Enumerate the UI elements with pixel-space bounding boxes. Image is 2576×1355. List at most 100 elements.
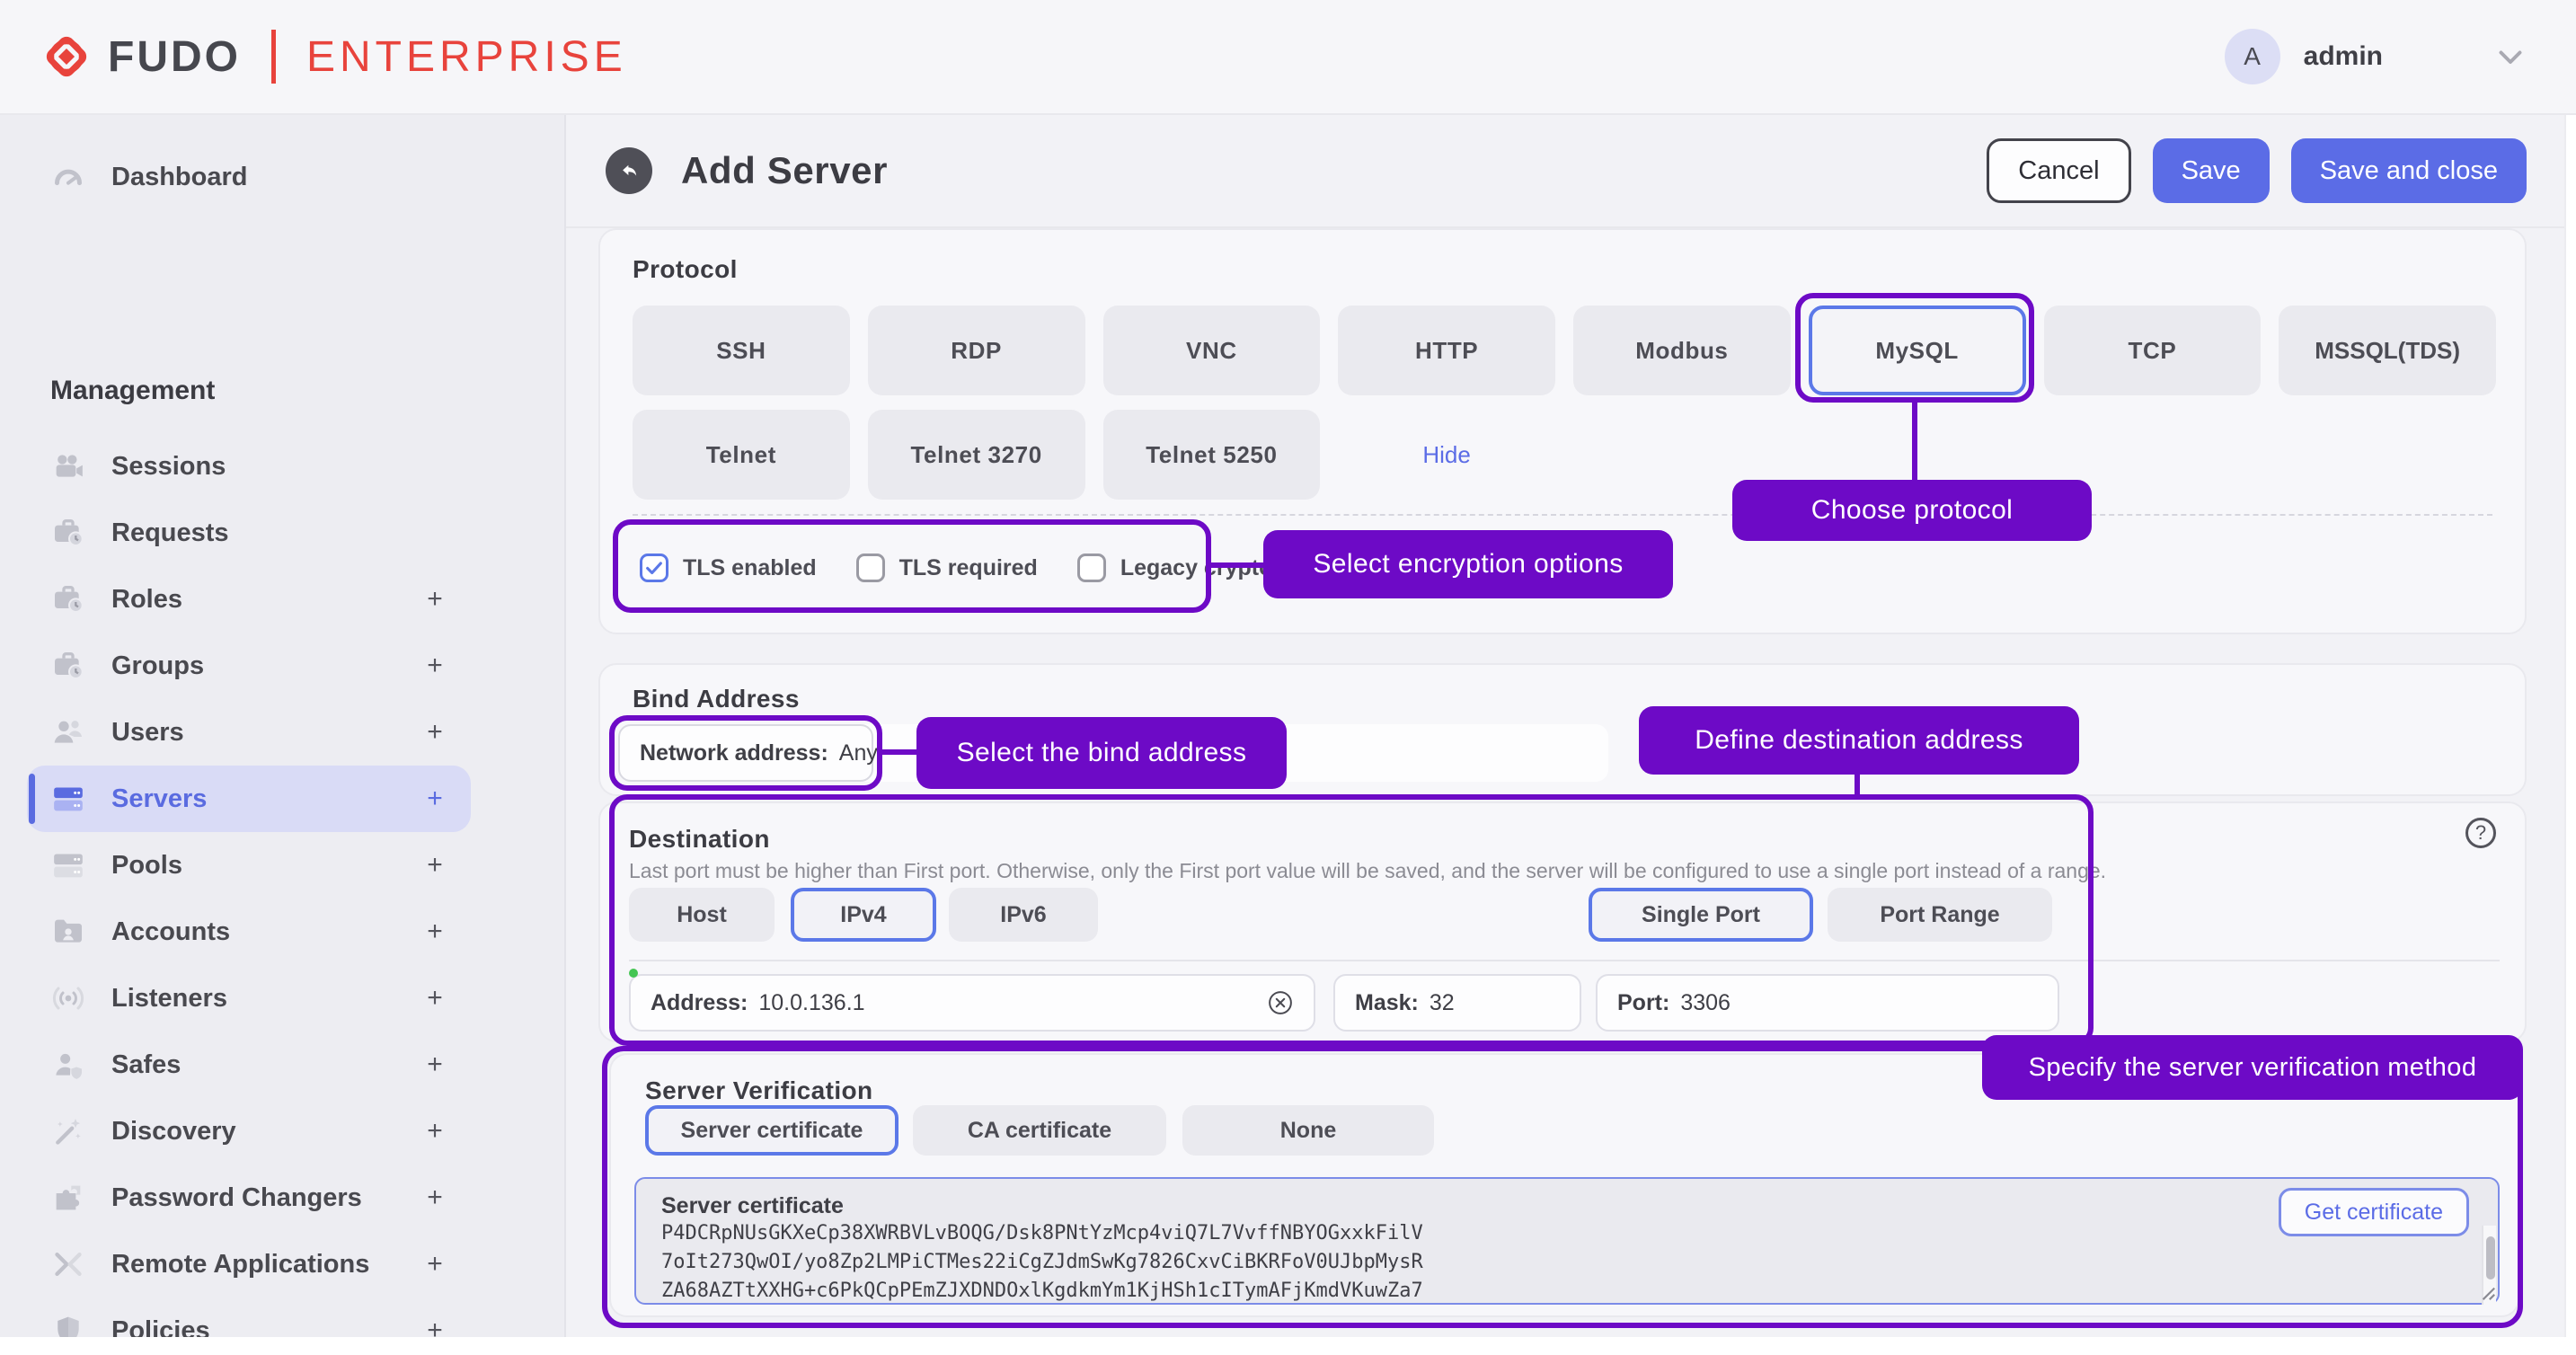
sidebar-item-users[interactable]: Users + — [0, 699, 566, 766]
sidebar-item-listeners[interactable]: Listeners + — [0, 965, 566, 1032]
port-range-button[interactable]: Port Range — [1828, 888, 2052, 942]
certificate-line: ZA68AZTtXXHG+c6PkQCpPEmZJXDNDOxlKgdkmYm1… — [661, 1280, 1423, 1302]
sidebar-item-pools[interactable]: Pools + — [0, 832, 566, 899]
hide-protocols-link[interactable]: Hide — [1338, 410, 1555, 500]
user-menu[interactable]: A admin — [2225, 29, 2527, 84]
annotation-choose-protocol: Choose protocol — [1732, 480, 2092, 541]
add-users-button[interactable]: + — [420, 717, 449, 748]
back-button[interactable] — [606, 147, 652, 194]
users-icon — [50, 714, 86, 750]
add-listeners-button[interactable]: + — [420, 983, 449, 1014]
annotation-connector-choose-protocol — [1912, 403, 1917, 480]
protocol-separator — [633, 514, 2492, 516]
mask-field[interactable]: Mask: 32 — [1333, 974, 1581, 1032]
add-pools-button[interactable]: + — [420, 850, 449, 881]
textarea-scrollbar-thumb[interactable] — [2486, 1236, 2495, 1280]
sidebar-item-groups[interactable]: Groups + — [0, 633, 566, 699]
network-address-dropdown[interactable]: Network address: Any — [618, 724, 873, 782]
sidebar-item-accounts[interactable]: Accounts + — [0, 899, 566, 965]
sidebar-item-discovery[interactable]: Discovery + — [0, 1098, 566, 1165]
protocol-rdp-button[interactable]: RDP — [868, 306, 1085, 395]
accounts-icon — [50, 914, 86, 950]
page-scrollbar[interactable] — [2564, 115, 2576, 1337]
protocol-mssql-button[interactable]: MSSQL(TDS) — [2279, 306, 2496, 395]
none-button[interactable]: None — [1182, 1105, 1434, 1156]
certificate-line: 7oIt273QwOI/yo8Zp2LMPiCTMes22iCgZJdmSwKg… — [661, 1251, 1423, 1273]
bind-address-title: Bind Address — [633, 685, 800, 713]
modified-indicator-dot — [629, 969, 638, 978]
sidebar-item-roles[interactable]: Roles + — [0, 566, 566, 633]
sidebar-item-servers[interactable]: Servers + — [0, 766, 566, 832]
destination-card: Destination Last port must be higher tha… — [598, 801, 2527, 1042]
get-certificate-button[interactable]: Get certificate — [2279, 1188, 2469, 1236]
add-groups-button[interactable]: + — [420, 651, 449, 681]
add-servers-button[interactable]: + — [420, 784, 449, 814]
requests-icon — [50, 515, 86, 551]
checkbox-unchecked-icon[interactable] — [1077, 554, 1106, 582]
protocol-row-2: Telnet Telnet 3270 Telnet 5250 Hide — [633, 410, 2496, 500]
checkbox-checked-icon[interactable] — [640, 554, 668, 582]
brand-divider — [271, 30, 276, 84]
help-icon[interactable]: ? — [2465, 818, 2496, 848]
protocol-tcp-button[interactable]: TCP — [2044, 306, 2262, 395]
ipv4-button[interactable]: IPv4 — [791, 888, 936, 942]
protocol-mysql-button[interactable]: MySQL — [1809, 306, 2026, 395]
add-roles-button[interactable]: + — [420, 584, 449, 615]
brand-name: FUDO — [108, 32, 241, 82]
sidebar-item-remote-applications[interactable]: Remote Applications + — [0, 1231, 566, 1297]
chevron-down-icon[interactable] — [2494, 40, 2527, 73]
safes-icon — [50, 1047, 86, 1083]
checkbox-unchecked-icon[interactable] — [856, 554, 885, 582]
protocol-telnet-button[interactable]: Telnet — [633, 410, 850, 500]
protocol-http-button[interactable]: HTTP — [1338, 306, 1555, 395]
sidebar-item-password-changers[interactable]: Password Changers + — [0, 1165, 566, 1231]
add-policies-button[interactable]: + — [420, 1315, 449, 1337]
sidebar-item-policies[interactable]: Policies + — [0, 1297, 566, 1337]
add-safes-button[interactable]: + — [420, 1049, 449, 1080]
avatar[interactable]: A — [2225, 29, 2280, 84]
certificate-line: P4DCRpNUsGKXeCp38XWRBVLvBOQG/Dsk8PNtYzMc… — [661, 1222, 1423, 1244]
sidebar-item-safes[interactable]: Safes + — [0, 1032, 566, 1098]
sidebar-item-requests[interactable]: Requests — [0, 500, 566, 566]
protocol-ssh-button[interactable]: SSH — [633, 306, 850, 395]
discovery-icon — [50, 1113, 86, 1149]
fudo-logo-icon — [40, 30, 93, 84]
single-port-button[interactable]: Single Port — [1589, 888, 1813, 942]
protocol-telnet5250-button[interactable]: Telnet 5250 — [1103, 410, 1321, 500]
sidebar-item-dashboard[interactable]: Dashboard — [0, 144, 566, 210]
ipv6-button[interactable]: IPv6 — [949, 888, 1098, 942]
host-button[interactable]: Host — [629, 888, 775, 942]
encryption-options: TLS enabled TLS required Legacy crypto — [640, 554, 1272, 582]
add-remote-applications-button[interactable]: + — [420, 1249, 449, 1280]
clear-address-icon[interactable] — [1267, 989, 1294, 1016]
add-accounts-button[interactable]: + — [420, 917, 449, 947]
legacy-crypto-checkbox[interactable]: Legacy crypto — [1077, 554, 1273, 582]
save-button[interactable]: Save — [2153, 138, 2270, 203]
address-field[interactable]: Address: 10.0.136.1 — [629, 974, 1315, 1032]
protocol-vnc-button[interactable]: VNC — [1103, 306, 1321, 395]
brand-edition: ENTERPRISE — [306, 32, 627, 82]
resize-handle-icon[interactable] — [2480, 1285, 2496, 1301]
sidebar-item-sessions[interactable]: Sessions — [0, 433, 566, 500]
page-bottom — [0, 1337, 2576, 1355]
servers-icon — [50, 781, 86, 817]
certificate-textarea[interactable]: Server certificate P4DCRpNUsGKXeCp38XWRB… — [634, 1177, 2500, 1305]
server-verification-title: Server Verification — [645, 1076, 873, 1105]
ca-certificate-button[interactable]: CA certificate — [913, 1105, 1166, 1156]
add-discovery-button[interactable]: + — [420, 1116, 449, 1147]
server-certificate-button[interactable]: Server certificate — [645, 1105, 899, 1156]
save-and-close-button[interactable]: Save and close — [2291, 138, 2527, 203]
protocol-telnet3270-button[interactable]: Telnet 3270 — [868, 410, 1085, 500]
top-bar: FUDO ENTERPRISE A admin — [0, 0, 2576, 115]
sessions-icon — [50, 448, 86, 484]
add-password-changers-button[interactable]: + — [420, 1182, 449, 1213]
protocol-modbus-button[interactable]: Modbus — [1573, 306, 1791, 395]
network-address-value: Any — [839, 740, 878, 766]
tls-required-checkbox[interactable]: TLS required — [856, 554, 1038, 582]
dashboard-icon — [50, 159, 86, 195]
certificate-label: Server certificate — [661, 1193, 844, 1219]
cancel-button[interactable]: Cancel — [1987, 138, 2130, 203]
port-field[interactable]: Port: 3306 — [1596, 974, 2059, 1032]
tls-enabled-checkbox[interactable]: TLS enabled — [640, 554, 817, 582]
annotation-select-encryption: Select encryption options — [1263, 530, 1673, 598]
